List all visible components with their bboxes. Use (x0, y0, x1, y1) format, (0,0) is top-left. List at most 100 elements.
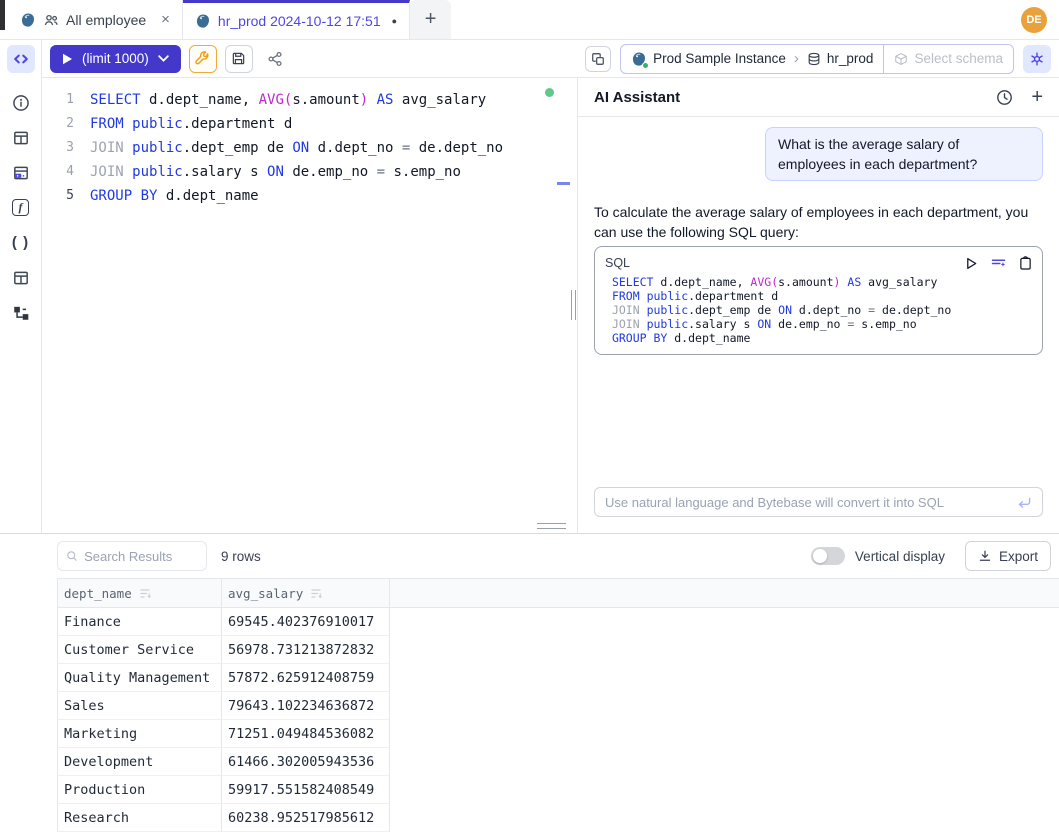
sidebar-item-data[interactable] (3, 155, 38, 190)
ai-sql-line: FROM public.department d (605, 289, 1032, 303)
play-icon (62, 53, 73, 65)
results-controls: 9 rows Vertical display Export (0, 534, 1059, 578)
code-block-header: SQL (605, 251, 1032, 275)
column-header-avg-salary[interactable]: avg_salary (222, 579, 390, 607)
sql-editor[interactable]: 1SELECT d.dept_name, AVG(s.amount) AS av… (42, 78, 570, 533)
share-button[interactable] (261, 45, 289, 73)
schema-selector[interactable]: Select schema (883, 45, 1013, 73)
instance-database-selector[interactable]: Prod Sample Instance › hr_prod (621, 45, 883, 73)
insert-lines-icon (991, 257, 1006, 270)
sidebar-item-info[interactable] (3, 85, 38, 120)
ai-sql-line: JOIN public.dept_emp de ON d.dept_no = d… (605, 303, 1032, 317)
window-corner-strip (0, 0, 5, 30)
return-key-icon[interactable] (1017, 496, 1032, 509)
column-label: avg_salary (228, 586, 303, 601)
table-row[interactable]: Finance69545.402376910017 (58, 608, 1059, 636)
row-filler (390, 776, 1059, 804)
horizontal-splitter-grip[interactable] (537, 523, 566, 529)
search-results-input[interactable] (84, 549, 198, 564)
table-icon (12, 269, 30, 287)
table-row[interactable]: Development61466.302005943536 (58, 748, 1059, 776)
admin-mode-button[interactable] (189, 45, 217, 73)
code-language-label: SQL (605, 256, 630, 270)
sidebar-item-schema-diagram[interactable] (3, 295, 38, 330)
column-header-dept-name[interactable]: dept_name (58, 579, 222, 607)
cell-dept-name: Research (58, 804, 222, 832)
wrench-icon (195, 51, 211, 67)
column-label: dept_name (64, 586, 132, 601)
ai-sql-line: SELECT d.dept_name, AVG(s.amount) AS avg… (605, 275, 1032, 289)
run-button-label: (limit 1000) (82, 51, 149, 66)
sql-line: 3JOIN public.dept_emp de ON d.dept_no = … (42, 136, 570, 160)
sidebar-item-external-tables[interactable] (3, 260, 38, 295)
vertical-display-label: Vertical display (855, 549, 945, 564)
postgres-icon (631, 51, 647, 67)
table-row[interactable]: Research60238.952517985612 (58, 804, 1059, 832)
sql-line: 1SELECT d.dept_name, AVG(s.amount) AS av… (42, 88, 570, 112)
ai-prompt-input[interactable] (605, 495, 1009, 510)
avatar[interactable]: DE (1021, 7, 1047, 33)
new-tab-button[interactable]: + (410, 0, 451, 39)
save-button[interactable] (225, 45, 253, 73)
chevron-down-icon (158, 55, 169, 62)
splitter-grip[interactable] (571, 290, 576, 320)
instance-status-dot (642, 62, 649, 69)
run-code-button[interactable] (965, 257, 978, 270)
search-icon (66, 549, 78, 563)
group-icon (43, 12, 59, 28)
openai-icon (1029, 51, 1045, 67)
tab-hr-prod-sheet[interactable]: hr_prod 2024-10-12 17:51 ● (183, 0, 410, 39)
export-button-label: Export (999, 549, 1038, 564)
ai-assistant-button[interactable] (1023, 45, 1051, 73)
vertical-display-toggle[interactable] (811, 547, 845, 565)
export-button[interactable]: Export (965, 541, 1051, 571)
toggle-knob (813, 549, 827, 563)
layout-toggle-button[interactable] (585, 46, 611, 72)
function-icon: f (12, 199, 29, 216)
cell-avg-salary: 60238.952517985612 (222, 804, 390, 832)
breadcrumb-chevron: › (792, 50, 801, 67)
scrollbar-cursor-mark (557, 182, 570, 185)
table-row[interactable]: Quality Management57872.625912408759 (58, 664, 1059, 692)
tab-all-employee[interactable]: All employee × (8, 0, 183, 39)
search-results-box (57, 541, 207, 571)
save-icon (231, 51, 246, 66)
parentheses-icon: ( ) (12, 234, 29, 251)
schema-placeholder: Select schema (914, 51, 1003, 66)
copy-code-button[interactable] (1019, 256, 1032, 270)
table-row[interactable]: Production59917.551582408549 (58, 776, 1059, 804)
play-outline-icon (965, 257, 978, 270)
table-row[interactable]: Customer Service56978.731213872832 (58, 636, 1059, 664)
new-chat-button[interactable]: + (1031, 87, 1043, 107)
results-table-body: Finance69545.402376910017Customer Servic… (58, 608, 1059, 832)
run-query-button[interactable]: (limit 1000) (50, 45, 181, 73)
sidebar-item-sql-editor[interactable] (7, 45, 35, 73)
table-row[interactable]: Sales79643.102234636872 (58, 692, 1059, 720)
close-icon[interactable]: × (161, 11, 170, 28)
cell-avg-salary: 56978.731213872832 (222, 636, 390, 664)
tab-label: All employee (66, 12, 146, 28)
line-code: GROUP BY d.dept_name (90, 184, 259, 208)
sidebar-item-tables[interactable] (3, 120, 38, 155)
ai-chat-area: What is the average salary of employees … (578, 117, 1059, 533)
cell-dept-name: Marketing (58, 720, 222, 748)
results-table: dept_name avg_salary Finance69545.402376… (57, 578, 1059, 832)
row-filler (390, 608, 1059, 636)
history-clock-icon[interactable] (996, 89, 1013, 106)
row-filler (390, 664, 1059, 692)
table-row[interactable]: Marketing71251.049484536082 (58, 720, 1059, 748)
sidebar-item-procedures[interactable]: ( ) (3, 225, 38, 260)
column-header-filler (390, 579, 1059, 607)
row-filler (390, 636, 1059, 664)
sidebar-item-functions[interactable]: f (3, 190, 38, 225)
cell-dept-name: Quality Management (58, 664, 222, 692)
line-code: FROM public.department d (90, 112, 292, 136)
cell-dept-name: Customer Service (58, 636, 222, 664)
cell-avg-salary: 71251.049484536082 (222, 720, 390, 748)
insert-into-editor-button[interactable] (991, 257, 1006, 270)
cell-dept-name: Finance (58, 608, 222, 636)
vertical-splitter[interactable] (570, 78, 577, 533)
ai-sql-line: GROUP BY d.dept_name (605, 331, 1032, 345)
sql-line: 5GROUP BY d.dept_name (42, 184, 570, 208)
workspace: 1SELECT d.dept_name, AVG(s.amount) AS av… (42, 78, 1059, 533)
